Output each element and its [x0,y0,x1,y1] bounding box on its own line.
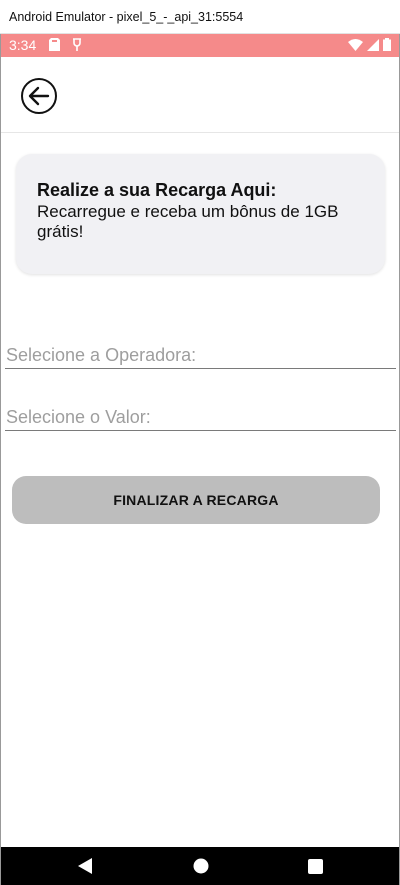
emulator-window-title: Android Emulator - pixel_5_-_api_31:5554 [9,10,244,24]
nav-back-button[interactable] [65,847,105,885]
operadora-placeholder: Selecione a Operadora: [6,345,197,365]
emulator-window-titlebar: Android Emulator - pixel_5_-_api_31:5554 [0,0,400,34]
app-bar [1,57,399,133]
promo-title: Realize a sua Recarga Aqui: [37,180,277,200]
nav-recents-button[interactable] [295,847,335,885]
square-recents-icon [307,858,323,874]
device-screen: 3:34 Realize a sua Recarga Aqui: Recarre… [0,34,400,885]
status-time: 3:34 [9,37,37,53]
valor-placeholder: Selecione o Valor: [6,407,151,427]
operadora-select[interactable]: Selecione a Operadora: [5,339,396,369]
battery-icon [383,38,391,54]
wifi-icon [348,38,363,54]
sd-card-icon [49,38,60,54]
promo-text: Recarregue e receba um bônus de 1GB grát… [37,202,339,241]
signal-icon [367,38,379,54]
status-bar: 3:34 [1,34,399,57]
finalizar-recarga-button[interactable]: FINALIZAR A RECARGA [12,476,380,524]
status-right-icons [348,38,391,54]
nav-home-button[interactable] [181,847,221,885]
circle-home-icon [193,858,209,874]
valor-select[interactable]: Selecione o Valor: [5,401,396,431]
promo-card: Realize a sua Recarga Aqui: Recarregue e… [16,154,385,274]
triangle-back-icon [78,858,92,874]
android-nav-bar [1,847,399,885]
arrow-left-circle-icon [28,86,50,106]
usb-debug-icon [71,38,83,54]
back-button[interactable] [21,78,57,114]
